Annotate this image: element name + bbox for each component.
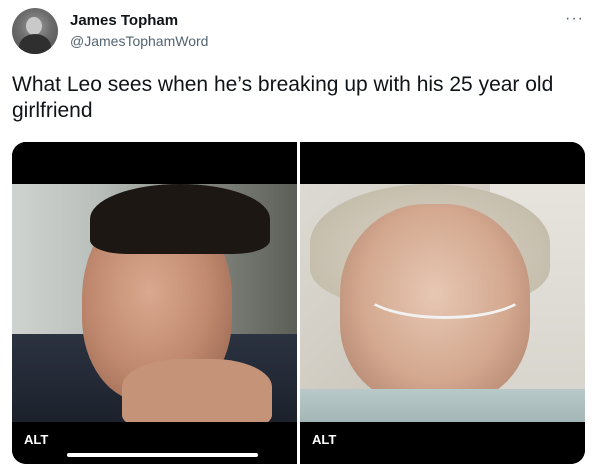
media-scrollbar[interactable] [67,453,258,457]
man-photo [12,184,297,422]
media-item-left[interactable]: ALT [12,142,297,464]
elderly-woman-photo [300,184,585,422]
tweet-text: What Leo sees when he’s breaking up with… [12,73,554,122]
author-display-name[interactable]: James Topham [70,11,208,31]
media-grid: ALT ALT [12,142,585,464]
author-names: James Topham @JamesTophamWord [70,11,208,51]
tweet-header: James Topham @JamesTophamWord ··· [12,8,588,56]
nasal-tube [360,259,530,319]
man-hair [90,184,270,254]
media-item-right[interactable]: ALT [300,142,585,464]
avatar-head [26,17,42,35]
avatar[interactable] [12,8,58,54]
more-options-icon[interactable]: ··· [565,10,584,28]
man-hand [122,359,272,422]
alt-badge[interactable]: ALT [24,432,48,447]
author-handle[interactable]: @JamesTophamWord [70,31,208,51]
avatar-shoulders [19,34,51,54]
hospital-gown [300,389,585,422]
alt-badge[interactable]: ALT [312,432,336,447]
